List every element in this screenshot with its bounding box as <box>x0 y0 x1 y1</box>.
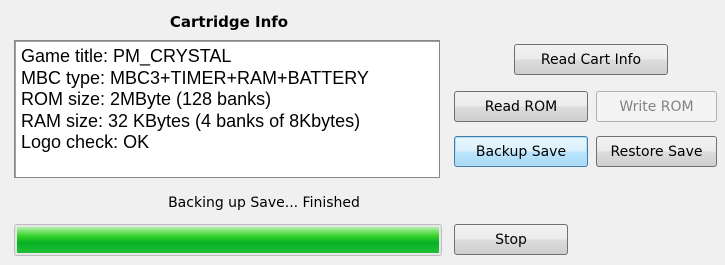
backup-save-button[interactable]: Backup Save <box>454 136 588 167</box>
ram-size-line: RAM size: 32 KBytes (4 banks of 8Kbytes) <box>21 110 361 131</box>
cartridge-info-textbox[interactable]: Game title: PM_CRYSTAL MBC type: MBC3+TI… <box>14 40 440 178</box>
read-cart-info-button[interactable]: Read Cart Info <box>514 44 668 75</box>
write-rom-button: Write ROM <box>596 91 717 122</box>
progress-bar <box>14 224 442 256</box>
logo-check-line: Logo check: OK <box>21 132 150 152</box>
restore-save-button[interactable]: Restore Save <box>596 136 717 167</box>
status-text: Backing up Save... Finished <box>168 195 360 211</box>
cartridge-info-title: Cartridge Info <box>169 13 289 31</box>
game-title-line: Game title: PM_CRYSTAL <box>21 46 232 66</box>
mbc-type-line: MBC type: MBC3+TIMER+RAM+BATTERY <box>21 67 369 88</box>
stop-button[interactable]: Stop <box>454 224 568 255</box>
progress-fill <box>17 227 439 253</box>
read-rom-button[interactable]: Read ROM <box>454 91 588 122</box>
rom-size-line: ROM size: 2MByte (128 banks) <box>21 89 272 109</box>
